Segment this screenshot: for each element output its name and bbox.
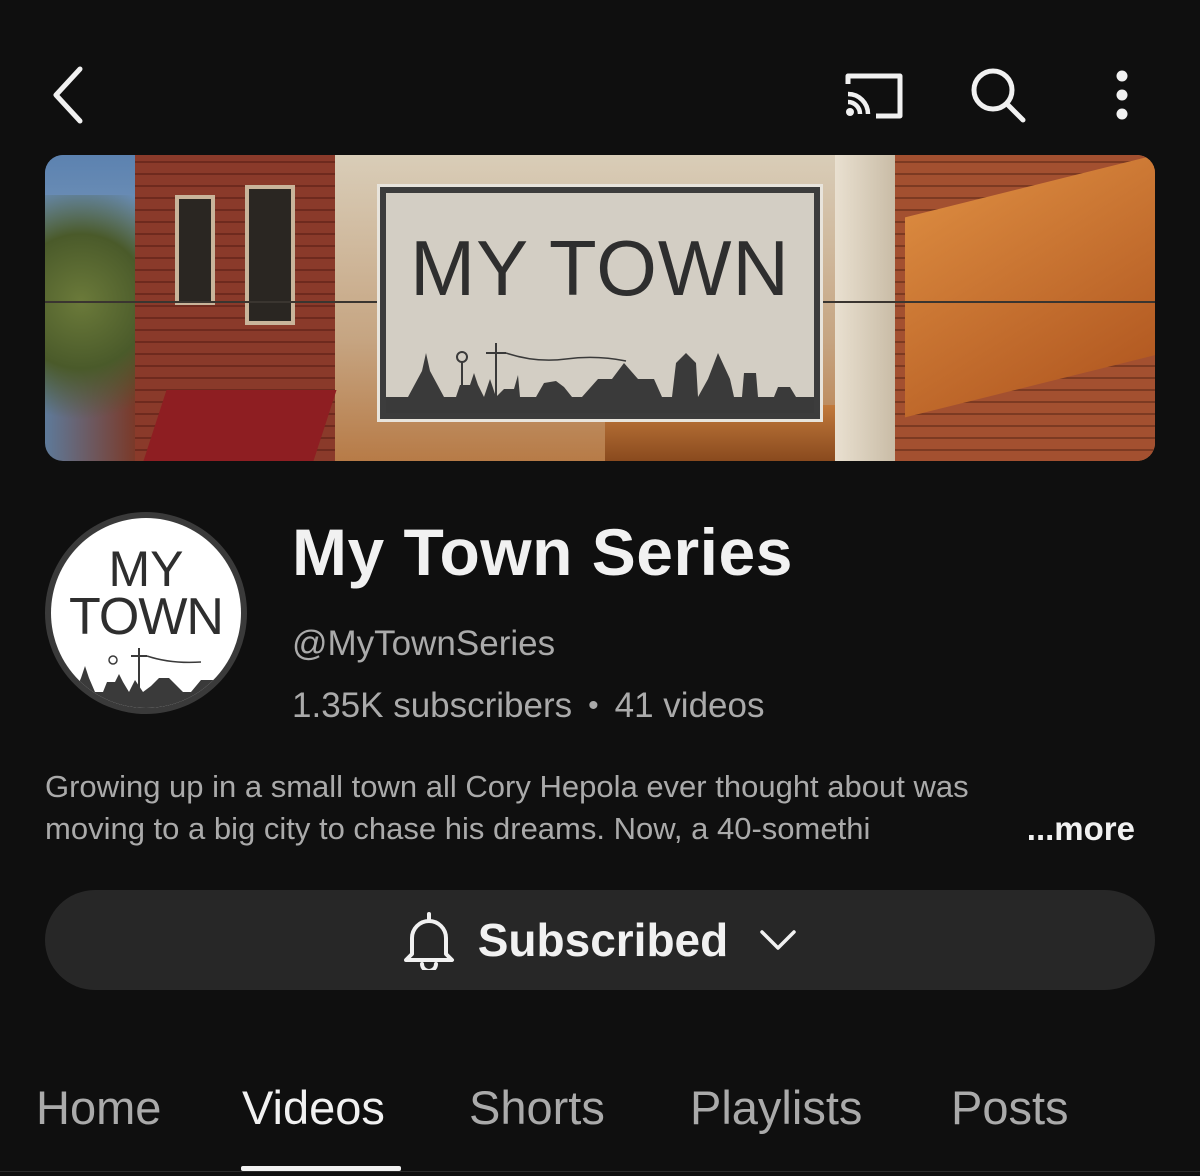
banner-pillar [835, 155, 895, 461]
stats-separator: • [588, 689, 599, 722]
banner-window [175, 195, 215, 305]
more-vert-icon [1116, 70, 1128, 120]
subscriber-count: 1.35K subscribers [292, 686, 573, 725]
search-button[interactable] [960, 58, 1036, 132]
more-options-button[interactable] [1094, 58, 1150, 132]
channel-description[interactable]: Growing up in a small town all Cory Hepo… [45, 766, 1155, 850]
banner-sign-title: MY TOWN [410, 224, 790, 312]
channel-tabs: Home Videos Shorts Playlists Posts [0, 1070, 1200, 1176]
banner-window [245, 185, 295, 325]
banner-sign: MY TOWN [380, 187, 820, 419]
tab-posts[interactable]: Posts [951, 1080, 1069, 1135]
subscribed-label: Subscribed [477, 914, 729, 966]
avatar-skyline-graphic [51, 648, 241, 708]
channel-stats: 1.35K subscribers • 41 videos [292, 686, 764, 726]
chevron-left-icon [53, 66, 83, 124]
cast-button[interactable] [835, 60, 911, 130]
banner-red-awning [143, 390, 337, 461]
avatar-text-line2: TOWN [69, 588, 224, 646]
town-skyline-graphic [386, 343, 814, 413]
subscribed-button[interactable]: Subscribed [45, 890, 1155, 990]
tab-videos[interactable]: Videos [242, 1080, 385, 1135]
channel-banner: MY TOWN [45, 155, 1155, 461]
avatar-logo: MY TOWN [51, 518, 241, 708]
top-bar [0, 0, 1200, 150]
chevron-down-icon [760, 930, 796, 950]
search-icon [971, 68, 1026, 123]
video-count: 41 videos [614, 686, 765, 725]
back-button[interactable] [36, 55, 100, 135]
avatar-text-line1: MY [108, 541, 184, 597]
channel-avatar[interactable]: MY TOWN [45, 512, 247, 714]
tab-home[interactable]: Home [36, 1080, 161, 1135]
tab-playlists[interactable]: Playlists [690, 1080, 862, 1135]
banner-tree [45, 195, 135, 461]
description-fade: ...more [985, 808, 1155, 850]
channel-name: My Town Series [292, 515, 793, 589]
cast-icon [845, 73, 903, 119]
description-line-1: Growing up in a small town all Cory Hepo… [45, 769, 969, 804]
channel-handle: @MyTownSeries [292, 624, 556, 663]
tab-shorts[interactable]: Shorts [469, 1080, 605, 1135]
description-line-2-wrapper: moving to a big city to chase his dreams… [45, 808, 1155, 850]
description-more-link[interactable]: ...more [1027, 808, 1155, 850]
bell-icon [403, 912, 454, 970]
tabs-divider [0, 1171, 1200, 1172]
